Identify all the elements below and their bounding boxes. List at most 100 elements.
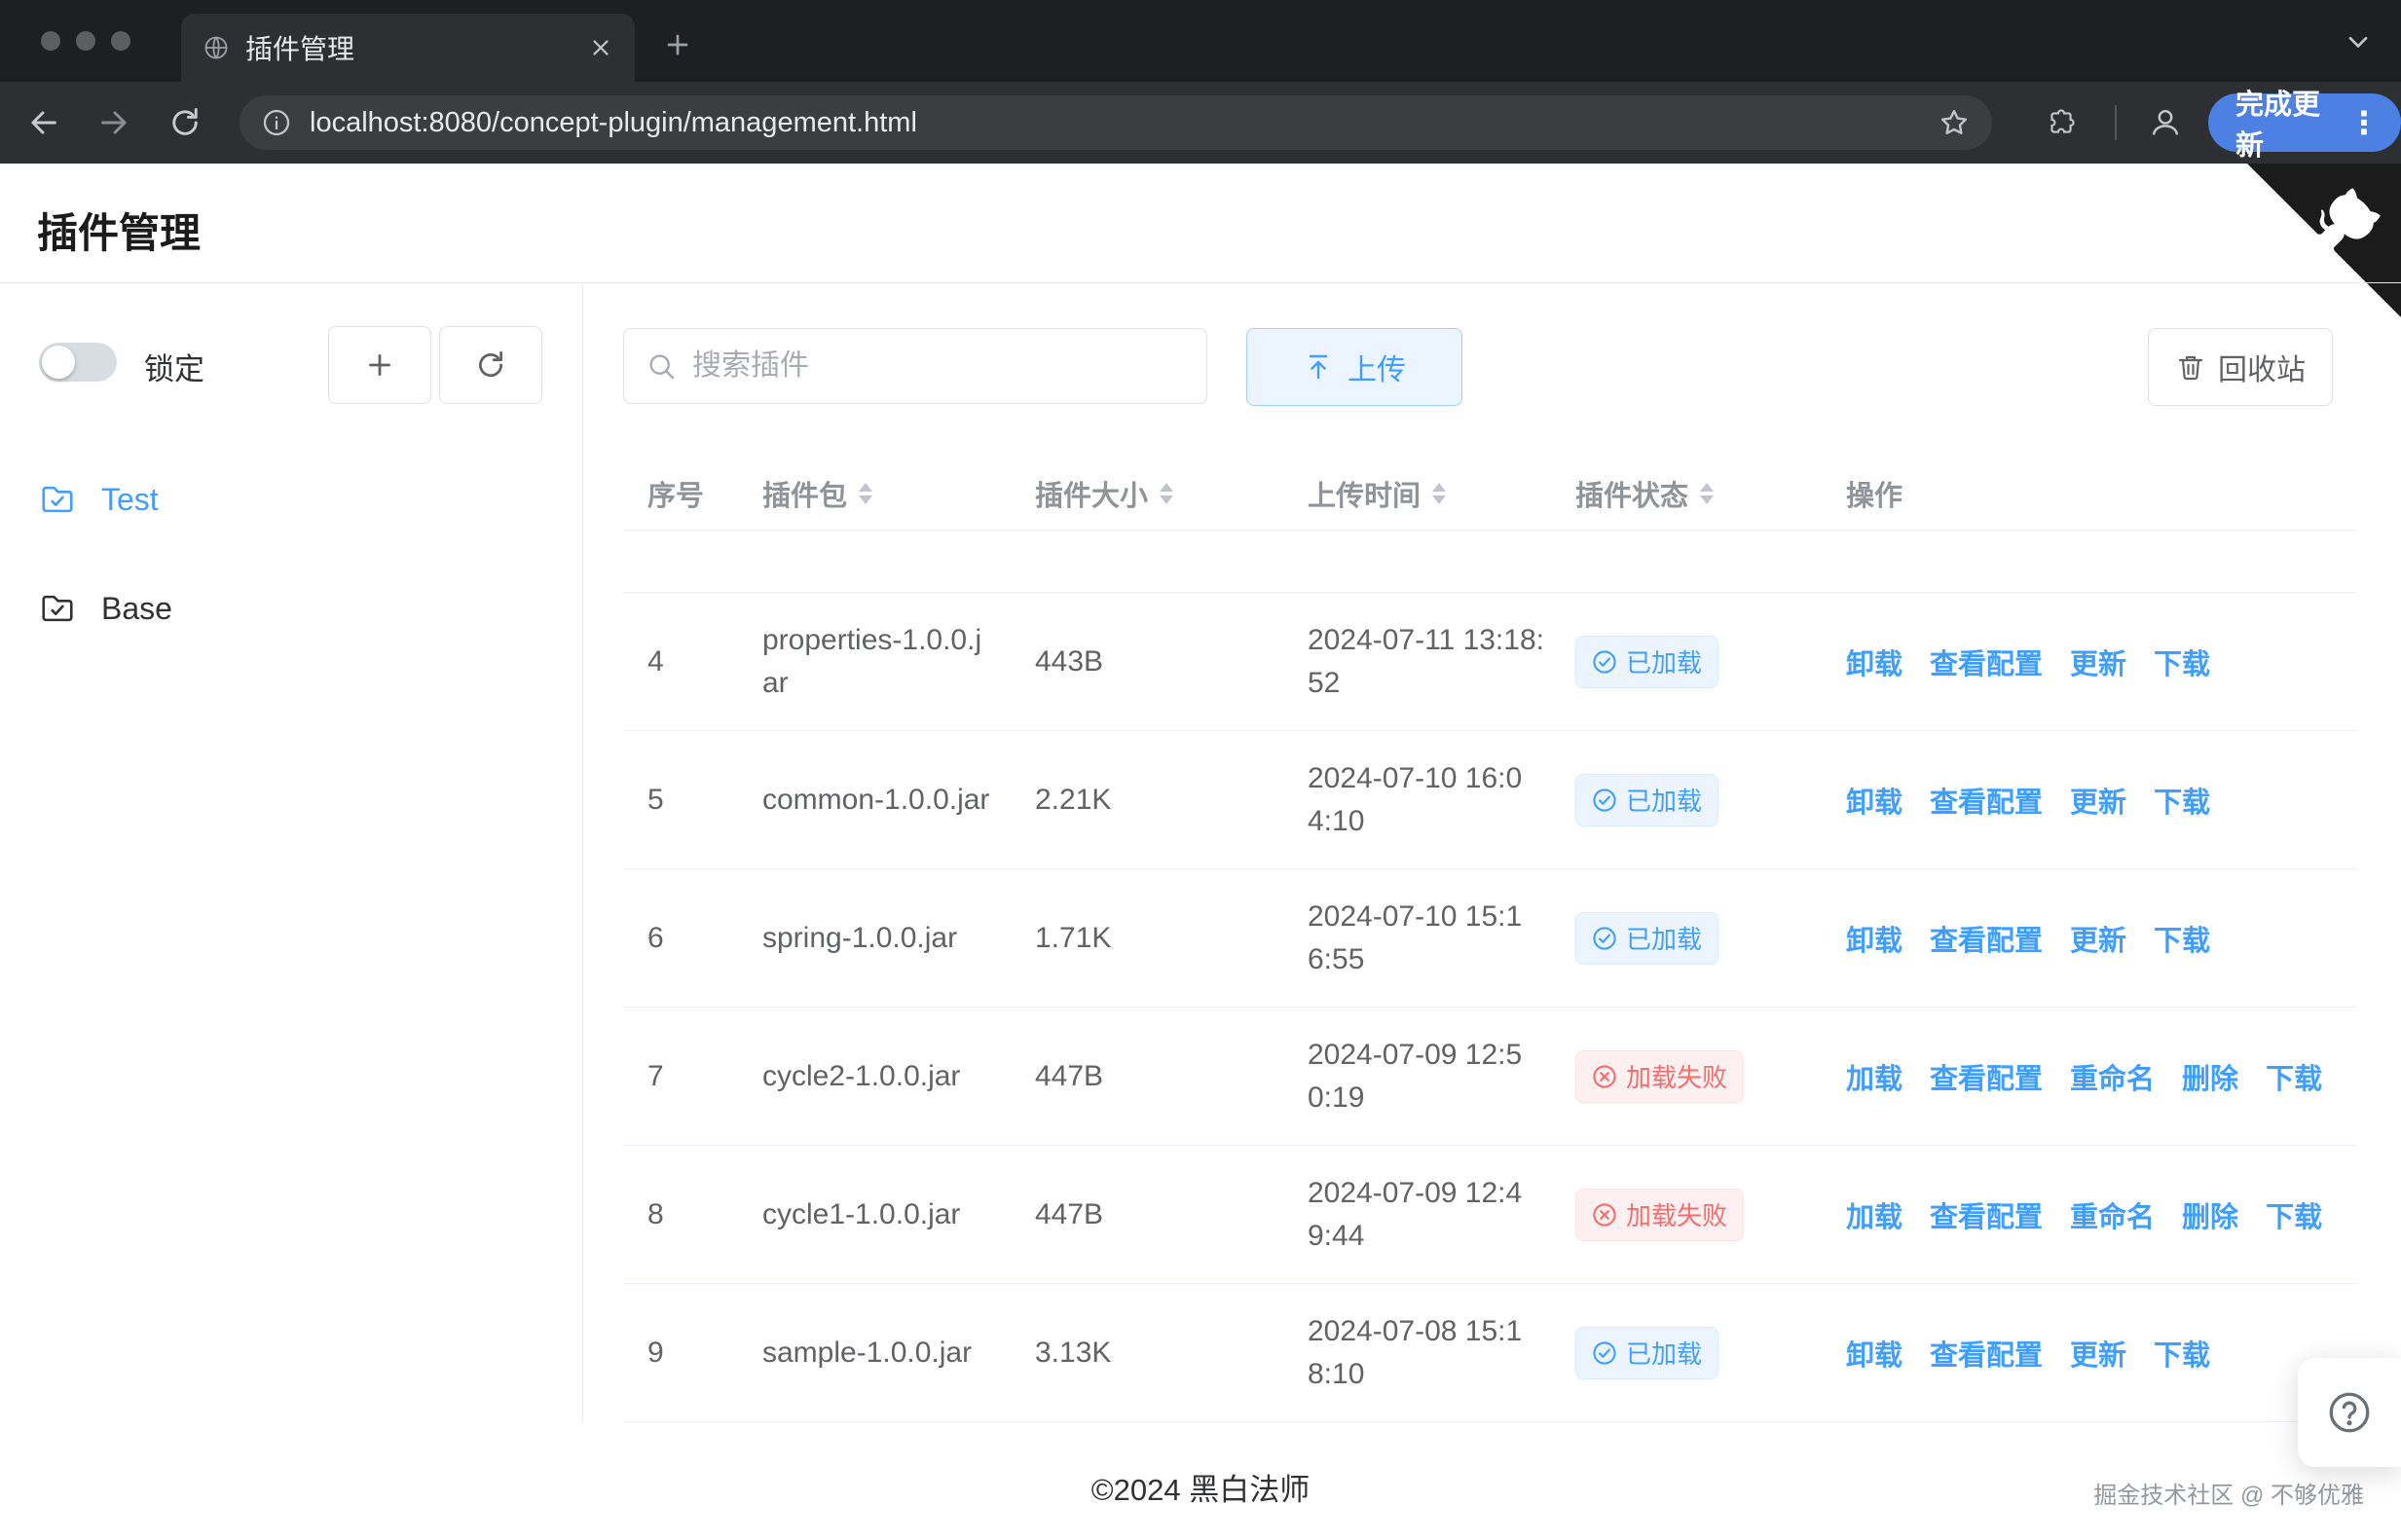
action-link[interactable]: 查看配置: [1930, 642, 2043, 682]
action-link[interactable]: 更新: [2070, 1333, 2126, 1374]
add-group-button[interactable]: [328, 326, 431, 404]
back-button[interactable]: [25, 105, 60, 140]
sidebar-divider: [582, 282, 583, 1423]
x-circle-icon: [1592, 1064, 1617, 1089]
action-link[interactable]: 下载: [2154, 918, 2210, 959]
window-minimize-button[interactable]: [76, 31, 95, 51]
cell-upload-time: 2024-07-09 12:49:44: [1308, 1172, 1575, 1258]
browser-tab-strip: 插件管理: [0, 0, 2401, 82]
lock-toggle[interactable]: [39, 343, 117, 382]
sort-carets-icon[interactable]: [1700, 483, 1714, 504]
status-badge: 已加载: [1575, 912, 1718, 965]
cell-actions: 卸载查看配置更新下载: [1846, 642, 2356, 682]
column-header[interactable]: 插件大小: [1035, 473, 1308, 514]
github-octocat-icon: [2247, 164, 2401, 317]
check-circle-icon: [1592, 1340, 1617, 1366]
toolbar-divider: [2115, 105, 2117, 140]
sort-carets-icon[interactable]: [859, 483, 872, 504]
cell-package: cycle2-1.0.0.jar: [762, 1055, 1035, 1098]
sidebar-item-label: Test: [101, 482, 159, 518]
action-link[interactable]: 查看配置: [1930, 918, 2043, 959]
cell-size: 2.21K: [1035, 784, 1308, 817]
action-link[interactable]: 查看配置: [1930, 780, 2043, 821]
tab-close-icon[interactable]: [588, 35, 613, 60]
reload-button[interactable]: [167, 105, 203, 140]
bookmark-star-icon[interactable]: [1938, 106, 1971, 139]
sidebar-item-test[interactable]: Test: [39, 470, 159, 529]
action-link[interactable]: 查看配置: [1930, 1333, 2043, 1374]
extensions-puzzle-icon[interactable]: [2045, 107, 2078, 140]
github-corner-link[interactable]: [2247, 164, 2401, 317]
action-link[interactable]: 更新: [2070, 642, 2126, 682]
sidebar-item-base[interactable]: Base: [39, 579, 172, 638]
site-info-icon[interactable]: [261, 107, 292, 138]
action-link[interactable]: 下载: [2266, 1194, 2322, 1235]
x-circle-icon: [1592, 1202, 1617, 1228]
action-link[interactable]: 卸载: [1846, 918, 1902, 959]
cell-status: 已加载: [1575, 912, 1846, 965]
sidebar-item-label: Base: [101, 591, 172, 627]
action-link[interactable]: 下载: [2154, 1333, 2210, 1374]
address-bar[interactable]: localhost:8080/concept-plugin/management…: [240, 95, 1992, 150]
menu-kebab-icon[interactable]: ⋮: [2348, 107, 2380, 138]
search-input[interactable]: [692, 349, 1185, 383]
cell-actions: 卸载查看配置更新下载: [1846, 918, 2356, 959]
action-link[interactable]: 下载: [2154, 780, 2210, 821]
page-title: 插件管理: [37, 201, 201, 260]
action-link[interactable]: 卸载: [1846, 780, 1902, 821]
check-circle-icon: [1592, 788, 1617, 813]
action-link[interactable]: 更新: [2070, 918, 2126, 959]
profile-avatar-icon[interactable]: [2148, 105, 2183, 140]
action-link[interactable]: 下载: [2154, 642, 2210, 682]
action-link[interactable]: 重命名: [2070, 1194, 2155, 1235]
help-floating-button[interactable]: [2298, 1358, 2401, 1467]
sort-carets-icon[interactable]: [1160, 483, 1173, 504]
sort-carets-icon[interactable]: [1432, 483, 1446, 504]
action-link[interactable]: 重命名: [2070, 1056, 2155, 1097]
cell-package: cycle1-1.0.0.jar: [762, 1193, 1035, 1236]
tab-favicon-globe-icon: [203, 34, 230, 61]
action-link[interactable]: 查看配置: [1930, 1056, 2043, 1097]
window-zoom-button[interactable]: [111, 31, 130, 51]
column-header[interactable]: 插件包: [762, 473, 1035, 514]
browser-tab[interactable]: 插件管理: [181, 14, 635, 82]
upload-button-label: 上传: [1348, 346, 1406, 388]
action-link[interactable]: 删除: [2182, 1056, 2238, 1097]
action-link[interactable]: 卸载: [1846, 642, 1902, 682]
cell-upload-time: 2024-07-09 12:50:19: [1308, 1034, 1575, 1119]
cell-package: spring-1.0.0.jar: [762, 917, 1035, 960]
sidebar-button-group: [328, 326, 542, 404]
url-text[interactable]: localhost:8080/concept-plugin/management…: [310, 107, 917, 139]
window-close-button[interactable]: [41, 31, 60, 51]
cell-package: common-1.0.0.jar: [762, 779, 1035, 822]
watermark-text: 掘金技术社区 @ 不够优雅: [2093, 1476, 2364, 1510]
column-header[interactable]: 上传时间: [1308, 473, 1575, 514]
cell-actions: 加载查看配置重命名删除下载: [1846, 1056, 2356, 1097]
column-header[interactable]: 插件状态: [1575, 473, 1846, 514]
cell-package: properties-1.0.0.jar: [762, 619, 1035, 705]
chrome-update-label: 完成更新: [2235, 82, 2333, 164]
action-link[interactable]: 删除: [2182, 1194, 2238, 1235]
page-content: 插件管理 锁定: [0, 164, 2401, 1540]
table-body: 4properties-1.0.0.jar443B2024-07-11 13:1…: [623, 593, 2356, 1422]
folder-icon: [39, 481, 76, 518]
action-link[interactable]: 查看配置: [1930, 1194, 2043, 1235]
chrome-update-button[interactable]: 完成更新 ⋮: [2208, 93, 2401, 152]
action-link[interactable]: 卸载: [1846, 1333, 1902, 1374]
forward-button[interactable]: [97, 105, 132, 140]
column-header-label: 插件状态: [1575, 473, 1688, 514]
tab-search-chevron-icon[interactable]: [2343, 25, 2374, 56]
action-link[interactable]: 更新: [2070, 780, 2126, 821]
cell-actions: 卸载查看配置更新下载: [1846, 1333, 2356, 1374]
action-link[interactable]: 下载: [2266, 1056, 2322, 1097]
cell-status: 已加载: [1575, 774, 1846, 826]
recycle-bin-button[interactable]: 回收站: [2148, 328, 2333, 406]
column-header: 序号: [647, 473, 762, 514]
upload-button[interactable]: 上传: [1246, 328, 1462, 406]
page-footer: ©2024 黑白法师: [0, 1465, 2401, 1509]
refresh-groups-button[interactable]: [439, 326, 542, 404]
table-row: 9sample-1.0.0.jar3.13K2024-07-08 15:18:1…: [623, 1284, 2356, 1422]
action-link[interactable]: 加载: [1846, 1056, 1902, 1097]
new-tab-button[interactable]: [660, 27, 695, 62]
action-link[interactable]: 加载: [1846, 1194, 1902, 1235]
